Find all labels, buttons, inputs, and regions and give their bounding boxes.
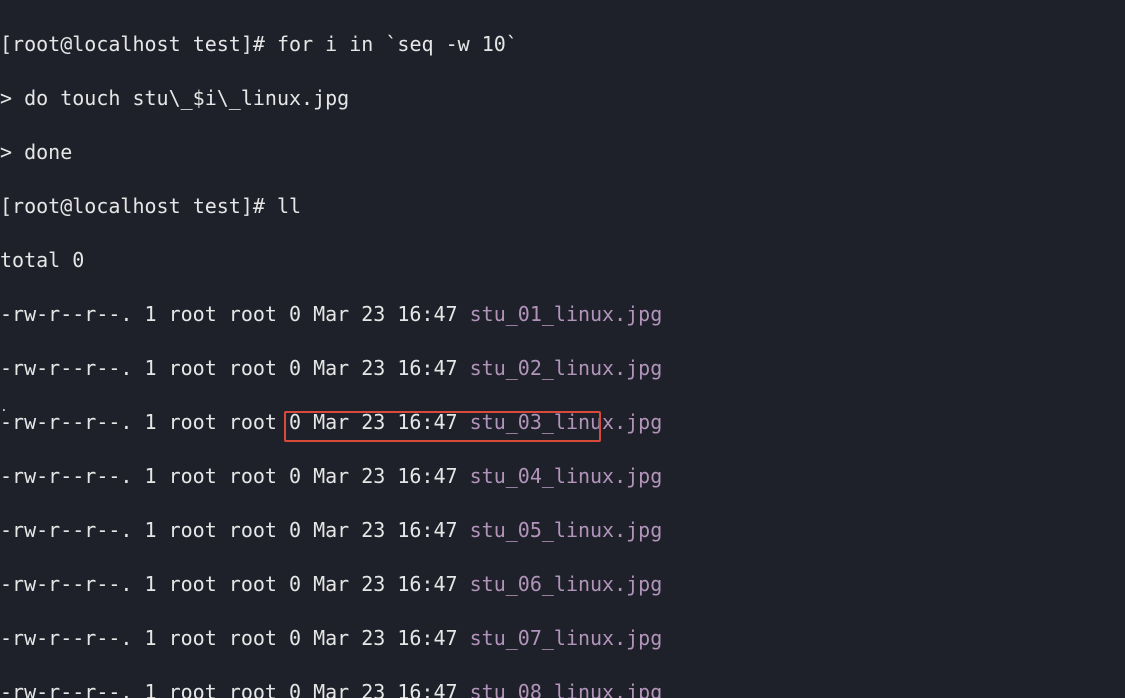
cursor-caret: . <box>0 400 8 415</box>
file-meta: -rw-r--r--. 1 root root 0 Mar 23 16:47 <box>0 518 470 542</box>
file-meta: -rw-r--r--. 1 root root 0 Mar 23 16:47 <box>0 410 470 434</box>
file-name: stu_03_linux.jpg <box>470 410 663 434</box>
cmd-line: > do touch stu\_$i\_linux.jpg <box>0 85 1125 112</box>
file-name: stu_05_linux.jpg <box>470 518 663 542</box>
file-meta: -rw-r--r--. 1 root root 0 Mar 23 16:47 <box>0 356 470 380</box>
cmd-done: done <box>24 140 72 164</box>
prompt-close: ] <box>241 32 253 56</box>
file-row: -rw-r--r--. 1 root root 0 Mar 23 16:47 s… <box>0 625 1125 652</box>
prompt-path: test <box>193 194 241 218</box>
cmd-line: [root@localhost test]# for i in `seq -w … <box>0 31 1125 58</box>
prompt-open: [ <box>0 32 12 56</box>
prompt-close: ] <box>241 194 253 218</box>
prompt-cont: > <box>0 140 24 164</box>
file-row: -rw-r--r--. 1 root root 0 Mar 23 16:47 s… <box>0 355 1125 382</box>
cmd-line: [root@localhost test]# ll <box>0 193 1125 220</box>
cmd-do: do touch stu\_$i\_linux.jpg <box>24 86 349 110</box>
prompt-space <box>181 32 193 56</box>
file-row: -rw-r--r--. 1 root root 0 Mar 23 16:47 s… <box>0 301 1125 328</box>
file-name: stu_08_linux.jpg <box>470 680 663 698</box>
terminal-output[interactable]: [root@localhost test]# for i in `seq -w … <box>0 0 1125 698</box>
file-row: -rw-r--r--. 1 root root 0 Mar 23 16:47 s… <box>0 571 1125 598</box>
file-name: stu_06_linux.jpg <box>470 572 663 596</box>
file-meta: -rw-r--r--. 1 root root 0 Mar 23 16:47 <box>0 680 470 698</box>
file-row: -rw-r--r--. 1 root root 0 Mar 23 16:47 s… <box>0 463 1125 490</box>
prompt-user: root <box>12 32 60 56</box>
prompt-at: @ <box>60 194 72 218</box>
cmd-ll1: ll <box>277 194 301 218</box>
prompt-host: localhost <box>72 32 180 56</box>
cmd-line: > done <box>0 139 1125 166</box>
prompt-host: localhost <box>72 194 180 218</box>
file-meta: -rw-r--r--. 1 root root 0 Mar 23 16:47 <box>0 572 470 596</box>
prompt-hash: # <box>253 32 277 56</box>
file-row: -rw-r--r--. 1 root root 0 Mar 23 16:47 s… <box>0 517 1125 544</box>
file-name: stu_01_linux.jpg <box>470 302 663 326</box>
prompt-hash: # <box>253 194 277 218</box>
total-line: total 0 <box>0 247 1125 274</box>
file-name: stu_02_linux.jpg <box>470 356 663 380</box>
prompt-user: root <box>12 194 60 218</box>
prompt-cont: > <box>0 86 24 110</box>
prompt-path: test <box>193 32 241 56</box>
file-meta: -rw-r--r--. 1 root root 0 Mar 23 16:47 <box>0 302 470 326</box>
file-row: -rw-r--r--. 1 root root 0 Mar 23 16:47 s… <box>0 679 1125 698</box>
file-meta: -rw-r--r--. 1 root root 0 Mar 23 16:47 <box>0 626 470 650</box>
prompt-open: [ <box>0 194 12 218</box>
prompt-at: @ <box>60 32 72 56</box>
file-name: stu_07_linux.jpg <box>470 626 663 650</box>
file-row: -rw-r--r--. 1 root root 0 Mar 23 16:47 s… <box>0 409 1125 436</box>
file-name: stu_04_linux.jpg <box>470 464 663 488</box>
file-meta: -rw-r--r--. 1 root root 0 Mar 23 16:47 <box>0 464 470 488</box>
prompt-space <box>181 194 193 218</box>
cmd-for: for i in `seq -w 10` <box>277 32 518 56</box>
